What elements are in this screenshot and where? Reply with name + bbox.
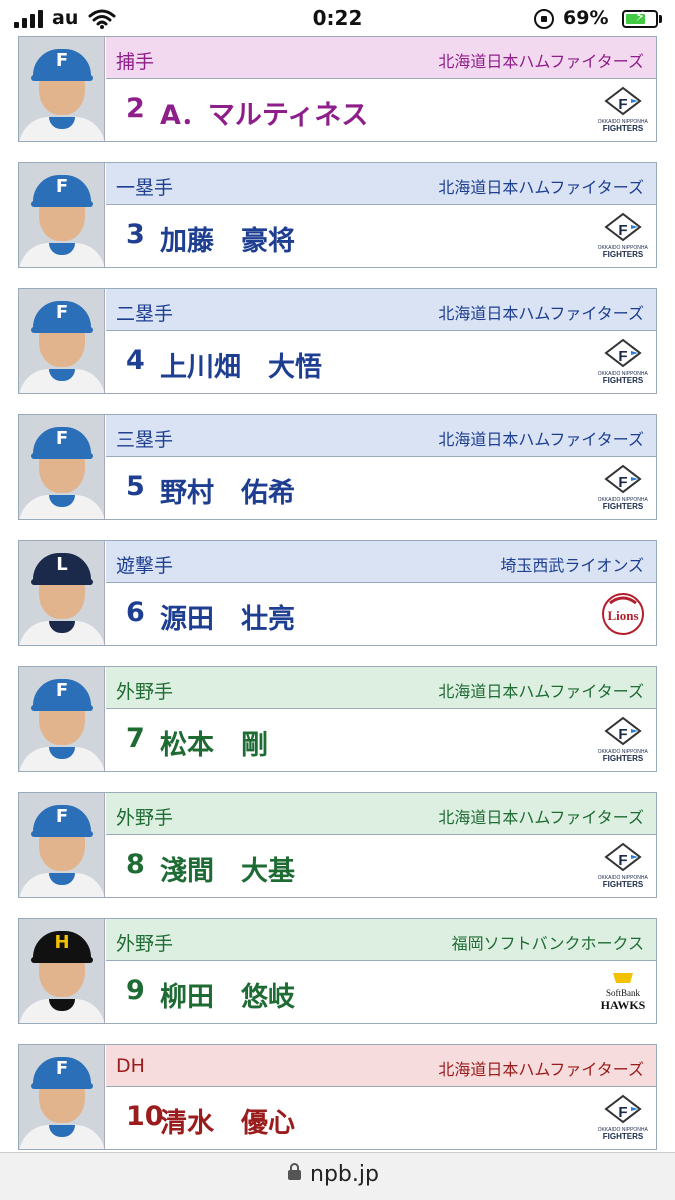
batting-order-number: 5 xyxy=(126,471,145,502)
team-name: 福岡ソフトバンクホークス xyxy=(451,934,644,953)
position-label: 一塁手 xyxy=(116,177,174,199)
position-header: 外野手 北海道日本ハムファイターズ xyxy=(106,667,656,709)
player-card[interactable]: F二塁手北海道日本ハムファイターズ4上川畑 大悟FHOKKAIDO NIPPON… xyxy=(18,288,657,394)
position-header: 捕手 北海道日本ハムファイターズ xyxy=(106,37,656,79)
position-label: 捕手 xyxy=(116,51,155,73)
svg-text:FIGHTERS: FIGHTERS xyxy=(603,502,644,511)
svg-text:F: F xyxy=(618,1104,627,1121)
batting-order-number: 4 xyxy=(126,345,145,376)
battery-icon: ⚡ xyxy=(622,9,658,28)
url-domain[interactable]: npb.jp xyxy=(310,1162,379,1187)
svg-text:FIGHTERS: FIGHTERS xyxy=(603,754,644,763)
player-name[interactable]: 松本 剛 xyxy=(160,723,268,762)
player-photo: F xyxy=(19,667,105,771)
battery-percent: 69% xyxy=(563,7,609,29)
position-label: DH xyxy=(116,1055,145,1077)
position-label: 外野手 xyxy=(116,807,174,829)
player-photo: L xyxy=(19,541,105,645)
position-header: 一塁手 北海道日本ハムファイターズ xyxy=(106,163,656,205)
batting-order-number: 8 xyxy=(126,849,145,880)
player-row: 4上川畑 大悟FHOKKAIDO NIPPONHAMFIGHTERS xyxy=(106,331,656,393)
position-header: 遊撃手 埼玉西武ライオンズ xyxy=(106,541,656,583)
team-name: 北海道日本ハムファイターズ xyxy=(438,682,644,701)
batting-order-number: 10 xyxy=(126,1101,164,1132)
svg-text:Lions: Lions xyxy=(607,608,638,623)
player-photo: F xyxy=(19,1045,105,1149)
player-card[interactable]: H 外野手 福岡ソフトバンクホークス 9 柳田 悠岐 SoftBank HAWKS xyxy=(18,918,657,1024)
position-header: DH 北海道日本ハムファイターズ xyxy=(106,1045,656,1087)
player-card[interactable]: F三塁手北海道日本ハムファイターズ5野村 佑希FHOKKAIDO NIPPONH… xyxy=(18,414,657,520)
player-card[interactable]: F外野手北海道日本ハムファイターズ8淺間 大基FHOKKAIDO NIPPONH… xyxy=(18,792,657,898)
player-row: 7松本 剛FHOKKAIDO NIPPONHAMFIGHTERS xyxy=(106,709,656,771)
team-name: 北海道日本ハムファイターズ xyxy=(438,178,644,197)
svg-text:F: F xyxy=(618,96,627,113)
player-row: 6 源田 壮亮 Lions xyxy=(106,583,656,645)
svg-text:FIGHTERS: FIGHTERS xyxy=(603,376,644,385)
team-name: 北海道日本ハムファイターズ xyxy=(438,52,644,71)
player-photo: F xyxy=(19,793,105,897)
player-name[interactable]: 淺間 大基 xyxy=(160,849,295,888)
svg-text:HAWKS: HAWKS xyxy=(601,998,646,1012)
position-header: 外野手 福岡ソフトバンクホークス xyxy=(106,919,656,961)
player-row: 5野村 佑希FHOKKAIDO NIPPONHAMFIGHTERS xyxy=(106,457,656,519)
player-row: 8淺間 大基FHOKKAIDO NIPPONHAMFIGHTERS xyxy=(106,835,656,897)
batting-order-number: 7 xyxy=(126,723,145,754)
player-photo: H xyxy=(19,919,105,1023)
position-label: 遊撃手 xyxy=(116,555,174,577)
player-card[interactable]: F一塁手北海道日本ハムファイターズ3加藤 豪将FHOKKAIDO NIPPONH… xyxy=(18,162,657,268)
batting-order-number: 9 xyxy=(126,975,145,1006)
svg-text:F: F xyxy=(618,348,627,365)
svg-text:F: F xyxy=(618,222,627,239)
svg-text:FIGHTERS: FIGHTERS xyxy=(603,880,644,889)
team-name: 北海道日本ハムファイターズ xyxy=(438,808,644,827)
player-row: 2A．マルティネスFHOKKAIDO NIPPONHAMFIGHTERS xyxy=(106,79,656,141)
player-card[interactable]: FDH北海道日本ハムファイターズ10清水 優心FHOKKAIDO NIPPONH… xyxy=(18,1044,657,1150)
svg-text:FIGHTERS: FIGHTERS xyxy=(603,124,644,133)
player-card[interactable]: F捕手北海道日本ハムファイターズ2A．マルティネスFHOKKAIDO NIPPO… xyxy=(18,36,657,142)
address-bar[interactable]: npb.jp xyxy=(0,1152,675,1200)
player-name[interactable]: 野村 佑希 xyxy=(160,471,295,510)
team-name: 北海道日本ハムファイターズ xyxy=(438,430,644,449)
position-label: 外野手 xyxy=(116,681,174,703)
svg-text:F: F xyxy=(618,726,627,743)
svg-text:F: F xyxy=(618,474,627,491)
player-name[interactable]: 上川畑 大悟 xyxy=(160,345,322,384)
team-name: 埼玉西武ライオンズ xyxy=(500,556,644,575)
player-name[interactable]: 清水 優心 xyxy=(160,1101,295,1140)
player-row: 10清水 優心FHOKKAIDO NIPPONHAMFIGHTERS xyxy=(106,1087,656,1149)
player-name[interactable]: 柳田 悠岐 xyxy=(160,975,295,1014)
player-row: 3加藤 豪将FHOKKAIDO NIPPONHAMFIGHTERS xyxy=(106,205,656,267)
position-label: 外野手 xyxy=(116,933,174,955)
player-row: 9 柳田 悠岐 SoftBank HAWKS xyxy=(106,961,656,1023)
player-name[interactable]: A．マルティネス xyxy=(160,93,368,132)
svg-text:FIGHTERS: FIGHTERS xyxy=(603,1132,644,1141)
position-header: 外野手 北海道日本ハムファイターズ xyxy=(106,793,656,835)
position-header: 二塁手 北海道日本ハムファイターズ xyxy=(106,289,656,331)
batting-order-number: 6 xyxy=(126,597,145,628)
svg-text:F: F xyxy=(618,852,627,869)
team-name: 北海道日本ハムファイターズ xyxy=(438,1060,644,1079)
player-photo: F xyxy=(19,37,105,141)
player-card[interactable]: L 遊撃手 埼玉西武ライオンズ 6 源田 壮亮 Lions xyxy=(18,540,657,646)
player-name[interactable]: 源田 壮亮 xyxy=(160,597,295,636)
player-photo: F xyxy=(19,163,105,267)
position-header: 三塁手 北海道日本ハムファイターズ xyxy=(106,415,656,457)
player-name[interactable]: 加藤 豪将 xyxy=(160,219,295,258)
svg-text:SoftBank: SoftBank xyxy=(606,988,641,998)
batting-order-number: 2 xyxy=(126,93,145,124)
position-label: 二塁手 xyxy=(116,303,174,325)
player-photo: F xyxy=(19,289,105,393)
team-name: 北海道日本ハムファイターズ xyxy=(438,304,644,323)
position-label: 三塁手 xyxy=(116,429,174,451)
player-photo: F xyxy=(19,415,105,519)
orientation-lock-icon xyxy=(534,9,554,29)
lock-icon xyxy=(288,1163,301,1180)
batting-order-number: 3 xyxy=(126,219,145,250)
status-bar: au 0:22 69% ⚡ xyxy=(0,0,675,38)
player-card[interactable]: F外野手北海道日本ハムファイターズ7松本 剛FHOKKAIDO NIPPONHA… xyxy=(18,666,657,772)
svg-text:FIGHTERS: FIGHTERS xyxy=(603,250,644,259)
